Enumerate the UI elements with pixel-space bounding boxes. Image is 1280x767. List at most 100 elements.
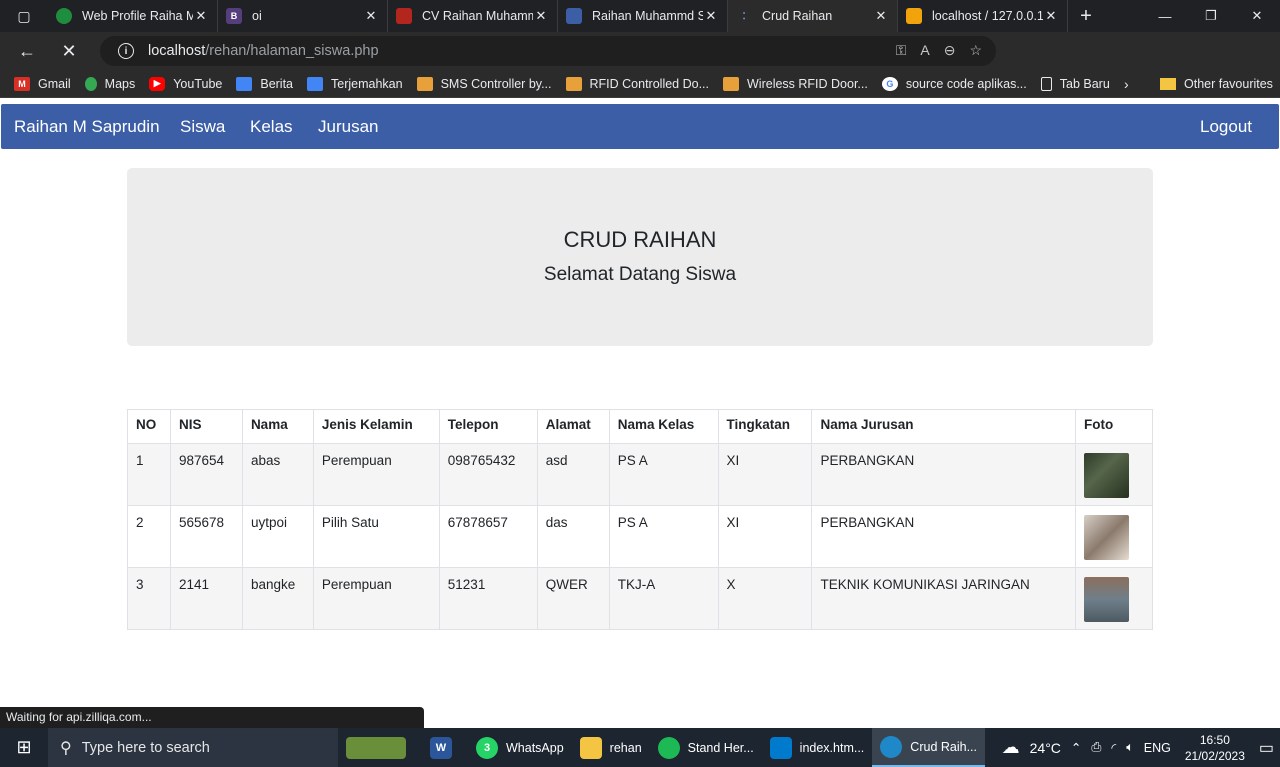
- students-table: NO NIS Nama Jenis Kelamin Telepon Alamat…: [127, 409, 1153, 630]
- edge-icon: [880, 735, 903, 758]
- read-aloud-icon[interactable]: A: [920, 42, 929, 59]
- chip-icon: [723, 76, 739, 91]
- cell-nis: 565678: [169, 505, 243, 568]
- weather-icon[interactable]: ☁: [1002, 737, 1020, 758]
- nav-link-kelas[interactable]: Kelas: [250, 117, 293, 137]
- onedrive-icon[interactable]: ⎙: [1091, 740, 1101, 755]
- taskbar-spotify[interactable]: Stand Her...: [650, 728, 762, 767]
- bookmark-terjemahkan[interactable]: Terjemahkan: [307, 76, 403, 91]
- close-icon[interactable]: ✕: [1043, 8, 1059, 24]
- bookmark-gmail[interactable]: M Gmail: [14, 76, 71, 91]
- minimize-icon[interactable]: —: [1142, 0, 1188, 32]
- windows-start-icon[interactable]: ⊞: [0, 728, 48, 767]
- chip-icon: [565, 76, 582, 91]
- bookmark-label: Berita: [260, 76, 294, 91]
- whatsapp-icon: 3: [476, 736, 498, 759]
- tab-crud-raihan[interactable]: ⁚ Crud Raihan ✕: [728, 0, 898, 32]
- close-icon[interactable]: ✕: [703, 8, 719, 24]
- address-field[interactable]: i localhost/rehan/halaman_siswa.php ⚿ A …: [100, 36, 996, 66]
- phpmyadmin-icon: [906, 8, 922, 24]
- bookmark-label: Tab Baru: [1059, 76, 1110, 91]
- cell-alamat: asd: [536, 443, 610, 506]
- clock[interactable]: 16:50 21/02/2023: [1181, 732, 1249, 764]
- tab-web-profile[interactable]: Web Profile Raiha M ✕: [48, 0, 218, 32]
- other-favourites-label: Other favourites: [1184, 77, 1273, 91]
- column-header: Foto: [1075, 409, 1153, 444]
- taskbar-vscode[interactable]: index.htm...: [762, 728, 873, 767]
- wifi-icon[interactable]: ◜: [1111, 740, 1116, 755]
- favorite-star-icon[interactable]: ☆: [969, 42, 982, 59]
- volume-icon[interactable]: 🔈︎: [1126, 740, 1134, 755]
- nav-link-siswa[interactable]: Siswa: [180, 117, 225, 137]
- logout-link[interactable]: Logout: [1200, 117, 1252, 137]
- notification-icon[interactable]: ▭: [1259, 738, 1274, 758]
- app-label: Stand Her...: [687, 740, 754, 755]
- column-header: Jenis Kelamin: [312, 409, 440, 444]
- close-icon[interactable]: ✕: [533, 8, 549, 24]
- windows-taskbar: ⊞ ⚲ Type here to search W 3 WhatsApp reha…: [0, 728, 1280, 767]
- tab-label: Web Profile Raiha M: [82, 9, 193, 23]
- nav-link-jurusan[interactable]: Jurusan: [318, 117, 378, 137]
- bookmark-berita[interactable]: Berita: [236, 76, 294, 91]
- cell-tingkatan: XI: [717, 443, 813, 506]
- student-photo[interactable]: [1084, 515, 1129, 560]
- bookmark-sms-controller[interactable]: SMS Controller by...: [416, 76, 552, 91]
- zoom-icon[interactable]: ⊖: [944, 42, 956, 59]
- close-icon[interactable]: ✕: [363, 8, 379, 24]
- cell-tingkatan: XI: [717, 505, 813, 568]
- bookmark-rfid-controlled[interactable]: RFID Controlled Do...: [565, 76, 709, 91]
- tab-cv[interactable]: CV Raihan Muhamm ✕: [388, 0, 558, 32]
- bookmark-youtube[interactable]: ▶ YouTube: [149, 76, 222, 91]
- word-icon: W: [430, 736, 452, 759]
- column-header: Alamat: [536, 409, 610, 444]
- site-info-icon[interactable]: i: [118, 43, 134, 59]
- tab-label: Crud Raihan: [762, 9, 833, 23]
- language-indicator[interactable]: ENG: [1144, 741, 1171, 755]
- taskbar-widgets[interactable]: [338, 728, 422, 767]
- cell-alamat: das: [536, 505, 610, 568]
- new-tab-icon[interactable]: +: [1068, 0, 1104, 32]
- chevron-up-icon[interactable]: ⌃: [1071, 740, 1081, 755]
- folder-icon: [1160, 78, 1176, 90]
- student-photo[interactable]: [1084, 453, 1129, 498]
- tab-oi[interactable]: B oi ✕: [218, 0, 388, 32]
- weather-temp[interactable]: 24°C: [1030, 740, 1061, 756]
- tab-label: Raihan Muhammd S: [592, 9, 703, 23]
- taskbar-search[interactable]: ⚲ Type here to search: [48, 728, 338, 767]
- taskbar-word[interactable]: W: [422, 728, 468, 767]
- maps-icon: [84, 76, 97, 91]
- close-window-icon[interactable]: ✕: [1234, 0, 1280, 32]
- tab-localhost[interactable]: localhost / 127.0.0.1 ✕: [898, 0, 1068, 32]
- bookmark-label: SMS Controller by...: [440, 76, 552, 91]
- restore-icon[interactable]: ❐: [1188, 0, 1234, 32]
- column-header: Tingkatan: [717, 409, 813, 444]
- key-icon[interactable]: ⚿: [896, 42, 907, 59]
- back-icon[interactable]: ←: [6, 32, 48, 70]
- close-icon[interactable]: ✕: [873, 8, 889, 24]
- pdf-icon: [396, 8, 412, 24]
- column-header: Nama Jurusan: [811, 409, 1076, 444]
- bookmark-tab-baru[interactable]: Tab Baru: [1040, 76, 1110, 91]
- taskbar-explorer[interactable]: rehan: [572, 728, 650, 767]
- bookmark-source-code[interactable]: Gsource code aplikas...: [881, 76, 1027, 91]
- cell-jenis-kelamin: Perempuan: [312, 567, 440, 630]
- student-photo[interactable]: [1084, 577, 1129, 622]
- bookmark-wireless-rfid[interactable]: Wireless RFID Door...: [723, 76, 868, 91]
- taskbar-whatsapp[interactable]: 3 WhatsApp: [468, 728, 572, 767]
- cell-no: 3: [127, 567, 171, 630]
- bookmark-maps[interactable]: Maps: [84, 76, 136, 91]
- search-placeholder: Type here to search: [81, 739, 210, 756]
- chevron-right-icon[interactable]: ›: [1124, 70, 1129, 98]
- tab-actions-icon[interactable]: ▢: [0, 0, 48, 32]
- url-actions: ⚿ A ⊖ ☆: [896, 42, 982, 59]
- taskbar-edge[interactable]: Crud Raih...: [872, 728, 985, 767]
- cell-alamat: QWER: [536, 567, 610, 630]
- bookmark-label: Maps: [104, 76, 136, 91]
- stop-loading-icon[interactable]: ✕: [48, 32, 90, 70]
- other-favourites[interactable]: Other favourites: [1160, 70, 1273, 98]
- cell-no: 2: [127, 505, 171, 568]
- calendar-icon: [566, 8, 582, 24]
- navbar-brand[interactable]: Raihan M Saprudin: [14, 117, 160, 137]
- close-icon[interactable]: ✕: [193, 8, 209, 24]
- tab-raihan-muhammd[interactable]: Raihan Muhammd S ✕: [558, 0, 728, 32]
